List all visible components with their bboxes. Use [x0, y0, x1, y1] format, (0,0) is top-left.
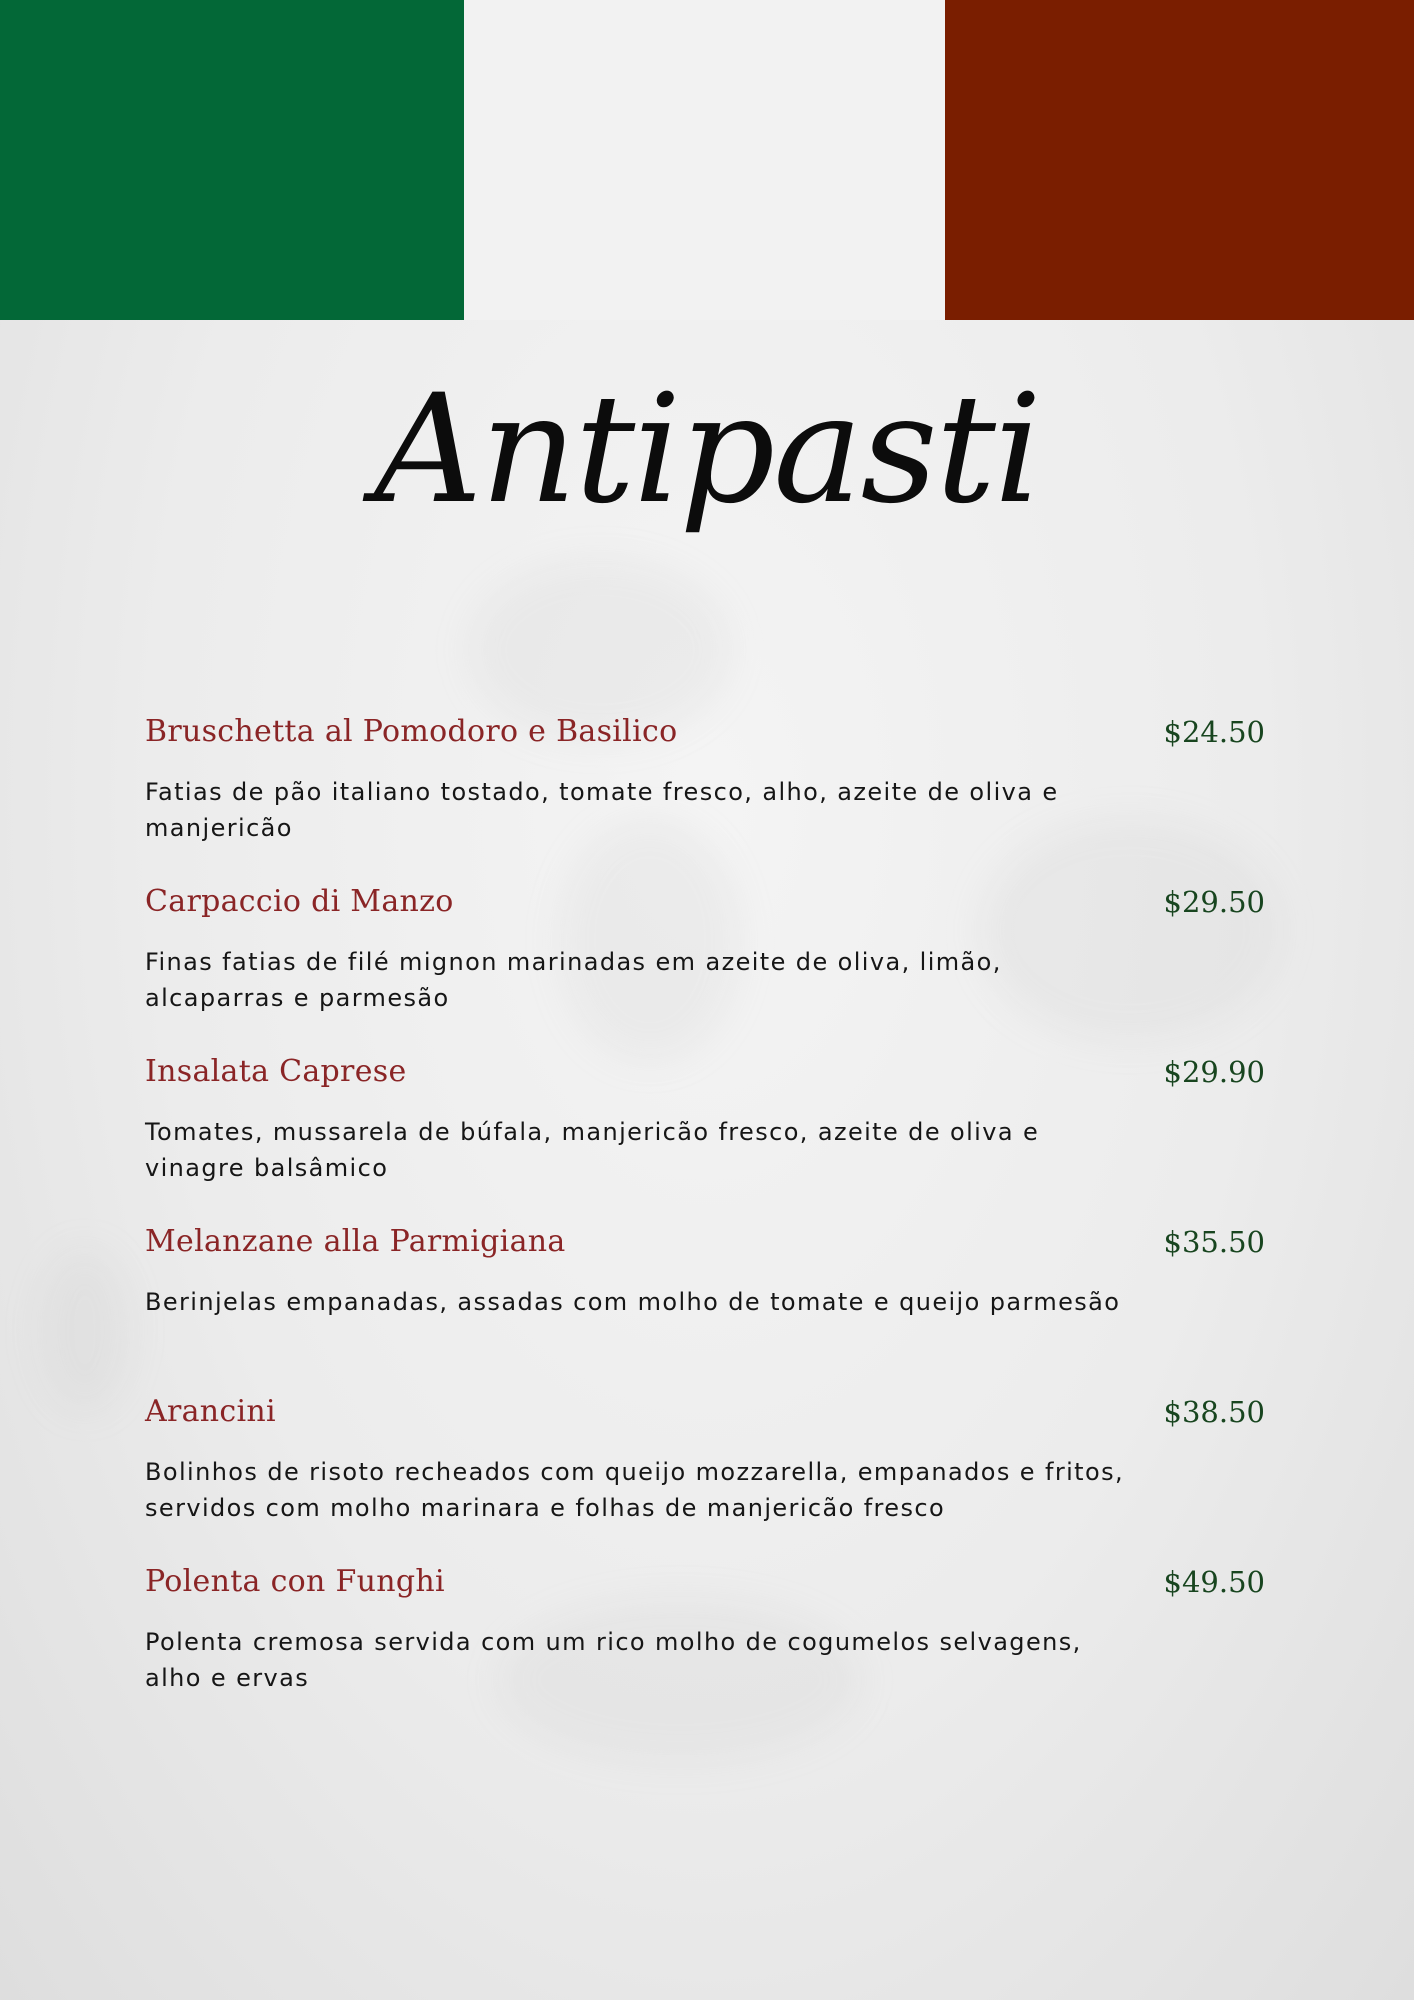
menu-item: Polenta con Funghi $49.50 Polenta cremos… — [145, 1562, 1265, 1732]
menu-item-name: Bruschetta al Pomodoro e Basilico — [145, 714, 678, 749]
menu-section-title: Antipasti — [374, 363, 1042, 537]
menu-item-name: Melanzane alla Parmigiana — [145, 1224, 566, 1259]
menu-item-price: $29.90 — [1163, 1055, 1265, 1089]
menu-item-name: Polenta con Funghi — [145, 1564, 445, 1599]
menu-list: Bruschetta al Pomodoro e Basilico $24.50… — [145, 712, 1265, 1732]
menu-item-description: Polenta cremosa servida com um rico molh… — [145, 1628, 1082, 1692]
menu-item-description: Berinjelas empanadas, assadas com molho … — [145, 1288, 1121, 1316]
menu-item: Bruschetta al Pomodoro e Basilico $24.50… — [145, 712, 1265, 882]
menu-item: Arancini $38.50 Bolinhos de risoto reche… — [145, 1392, 1265, 1562]
menu-item-description: Finas fatias de filé mignon marinadas em… — [145, 948, 1002, 1012]
menu-item-price: $49.50 — [1163, 1565, 1265, 1599]
menu-item-name: Arancini — [145, 1394, 276, 1429]
menu-item-name: Carpaccio di Manzo — [145, 884, 454, 919]
menu-page: Antipasti Bruschetta al Pomodoro e Basil… — [0, 0, 1414, 2000]
menu-item-description: Tomates, mussarela de búfala, manjericão… — [145, 1118, 1040, 1182]
menu-item: Insalata Caprese $29.90 Tomates, mussare… — [145, 1052, 1265, 1222]
background-texture-stain — [40, 1250, 130, 1410]
menu-item-description: Bolinhos de risoto recheados com queijo … — [145, 1458, 1125, 1522]
menu-item-price: $38.50 — [1163, 1395, 1265, 1429]
menu-item-price: $29.50 — [1163, 885, 1265, 919]
menu-item: Carpaccio di Manzo $29.50 Finas fatias d… — [145, 882, 1265, 1052]
flag-stripe-white — [464, 0, 945, 320]
menu-item: Melanzane alla Parmigiana $35.50 Berinje… — [145, 1222, 1265, 1392]
menu-item-price: $35.50 — [1163, 1225, 1265, 1259]
menu-item-name: Insalata Caprese — [145, 1054, 407, 1089]
flag-stripe-red — [945, 0, 1414, 320]
menu-item-description: Fatias de pão italiano tostado, tomate f… — [145, 778, 1059, 842]
italian-flag-banner — [0, 0, 1414, 320]
menu-item-price: $24.50 — [1163, 715, 1265, 749]
flag-stripe-green — [0, 0, 464, 320]
